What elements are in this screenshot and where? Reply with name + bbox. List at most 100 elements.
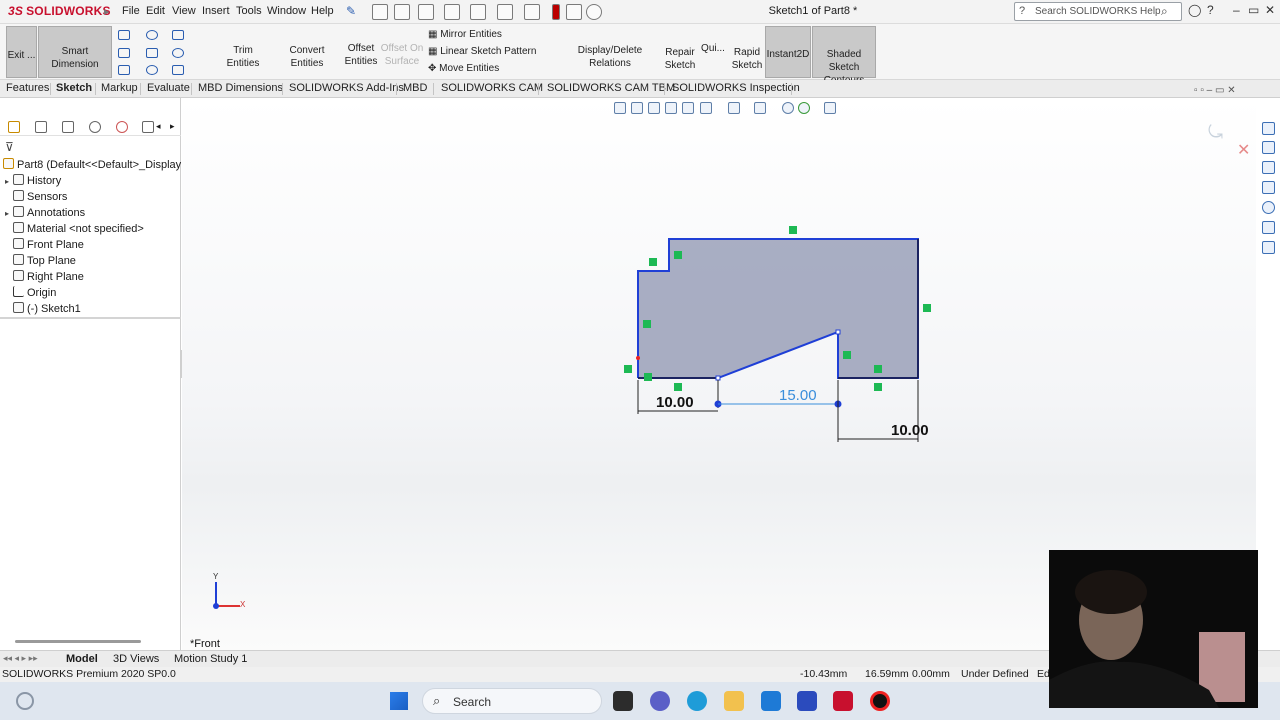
vertical-relation-icon[interactable] [923,304,931,312]
widgets-icon[interactable] [16,692,34,710]
tree-item-sensors[interactable]: Sensors [5,190,67,203]
view-orientation-icon[interactable] [700,102,712,114]
tree-item-top-plane[interactable]: Top Plane [5,254,76,267]
chevron-right-icon[interactable]: ▸ [104,5,110,18]
tree-item-history[interactable]: ▸ History [5,174,61,187]
tab-addins[interactable]: SOLIDWORKS Add-Ins [289,82,404,94]
windows-start-icon[interactable] [390,692,408,710]
print-icon[interactable] [470,4,486,20]
vertical-relation-icon[interactable] [843,351,851,359]
tab-mbd[interactable]: MBD [403,82,427,94]
confirmation-corner-accept-icon[interactable]: ⤿ [1208,122,1234,142]
taskbar-search[interactable]: ⌕ Search [422,688,602,714]
tab-sketch[interactable]: Sketch [56,82,92,94]
zoom-to-area-icon[interactable] [631,102,643,114]
custom-properties-icon[interactable] [1262,221,1275,234]
options-gear-icon[interactable] [586,4,602,20]
polygon-icon[interactable] [172,48,184,58]
horizontal-scrollbar[interactable] [15,640,141,643]
hide-show-items-icon[interactable] [754,102,766,114]
tree-item-right-plane[interactable]: Right Plane [5,270,84,283]
horizontal-relation-icon[interactable] [789,226,797,234]
filter-icon[interactable]: ⊽ [5,140,14,154]
tab-markup[interactable]: Markup [101,82,138,94]
smart-dimension-button[interactable]: Smart Dimension [38,26,112,78]
tree-item-material[interactable]: Material <not specified> [5,222,144,235]
close-icon[interactable]: ✕ [1265,3,1275,17]
menu-edit[interactable]: Edit [146,5,165,17]
feature-manager-icon[interactable] [8,121,20,133]
user-icon[interactable]: ◯ [1188,3,1201,17]
edge-browser-icon[interactable] [687,691,707,711]
menu-view[interactable]: View [172,5,196,17]
tab-mbd-dimensions[interactable]: MBD Dimensions [198,82,283,94]
select-cursor-icon[interactable] [524,4,540,20]
slot-icon[interactable] [146,48,158,58]
tree-item-front-plane[interactable]: Front Plane [5,238,84,251]
vertical-relation-icon[interactable] [643,320,651,328]
tree-item-sketch1[interactable]: (-) Sketch1 [5,302,81,315]
forum-icon[interactable] [1262,241,1275,254]
quick-snaps-button[interactable]: Qui... [700,42,726,55]
spline-icon[interactable] [172,30,184,40]
dynamic-annotation-icon[interactable] [682,102,694,114]
coincident-relation-icon[interactable] [874,365,882,373]
display-delete-relations-button[interactable]: Display/Delete Relations [558,28,662,69]
rapid-sketch-button[interactable]: Rapid Sketch [730,46,764,72]
line-icon[interactable] [118,30,130,40]
app-icon[interactable] [797,691,817,711]
restore-icon[interactable]: ▭ [1248,3,1259,17]
zoom-to-fit-icon[interactable] [614,102,626,114]
shaded-sketch-contours-button[interactable]: Shaded Sketch Contours [812,26,876,86]
view-palette-icon[interactable] [1262,181,1275,194]
tab-scroll-arrows[interactable]: ◂◂ ◂ ▸ ▸▸ [3,653,38,664]
scroll-left-icon[interactable]: ◂ [156,121,161,132]
horizontal-relation-icon[interactable] [874,383,882,391]
solidworks-logo[interactable]: 3S SOLIDWORKS [8,4,111,18]
fillet-icon[interactable] [172,65,184,75]
menu-help[interactable]: Help [311,5,334,17]
instant2d-button[interactable]: Instant2D [765,26,811,78]
tab-3d-views[interactable]: 3D Views [113,653,159,665]
minimize-icon[interactable]: – [1233,3,1240,17]
tree-root-part[interactable]: Part8 (Default<<Default>_Display S [3,158,192,171]
undo-icon[interactable] [497,4,513,20]
rectangle-icon[interactable] [118,48,130,58]
tree-item-annotations[interactable]: ▸ Annotations [5,206,85,219]
arc-icon[interactable] [118,65,130,75]
horizontal-relation-icon[interactable] [649,258,657,266]
tab-evaluate[interactable]: Evaluate [147,82,190,94]
horizontal-relation-icon[interactable] [674,383,682,391]
task-view-icon[interactable] [613,691,633,711]
origin-point[interactable] [636,356,640,360]
graphics-window-controls[interactable]: ▫ ▫ – ▭ ✕ [1194,85,1236,96]
mirror-entities-button[interactable]: ▦ Mirror Entities [428,28,502,41]
dimxpert-icon[interactable] [89,121,101,133]
move-entities-button[interactable]: ✥ Move Entities [428,62,499,75]
design-library-icon[interactable] [1262,141,1275,154]
circle-icon[interactable] [146,30,158,40]
menu-tools[interactable]: Tools [236,5,262,17]
file-explorer-taskbar-icon[interactable] [724,691,744,711]
solidworks-taskbar-icon[interactable] [833,691,853,711]
convert-entities-button[interactable]: Convert Entities [272,28,342,69]
tab-cam[interactable]: SOLIDWORKS CAM [441,82,543,94]
tab-model[interactable]: Model [66,653,98,665]
file-properties-icon[interactable] [566,4,582,20]
trim-entities-button[interactable]: Trim Entities [216,28,270,69]
tab-cam-tbm[interactable]: SOLIDWORKS CAM TBM [547,82,675,94]
repair-sketch-button[interactable]: Repair Sketch [664,46,696,72]
scene-icon[interactable] [798,102,810,114]
dimension-middle[interactable]: 15.00 [779,387,817,404]
appearance-icon[interactable] [782,102,794,114]
view-settings-icon[interactable] [824,102,836,114]
previous-view-icon[interactable] [648,102,660,114]
tab-motion-study[interactable]: Motion Study 1 [174,653,247,665]
help-search-input[interactable]: ? Search SOLIDWORKS Help ⌕ [1014,2,1182,21]
cam-manager-icon[interactable] [142,121,154,133]
home-icon[interactable] [372,4,388,20]
search-icon[interactable]: ⌕ [1161,4,1168,19]
new-document-icon[interactable] [394,4,410,20]
display-manager-icon[interactable] [116,121,128,133]
exit-sketch-button[interactable]: Exit ... [6,26,37,78]
